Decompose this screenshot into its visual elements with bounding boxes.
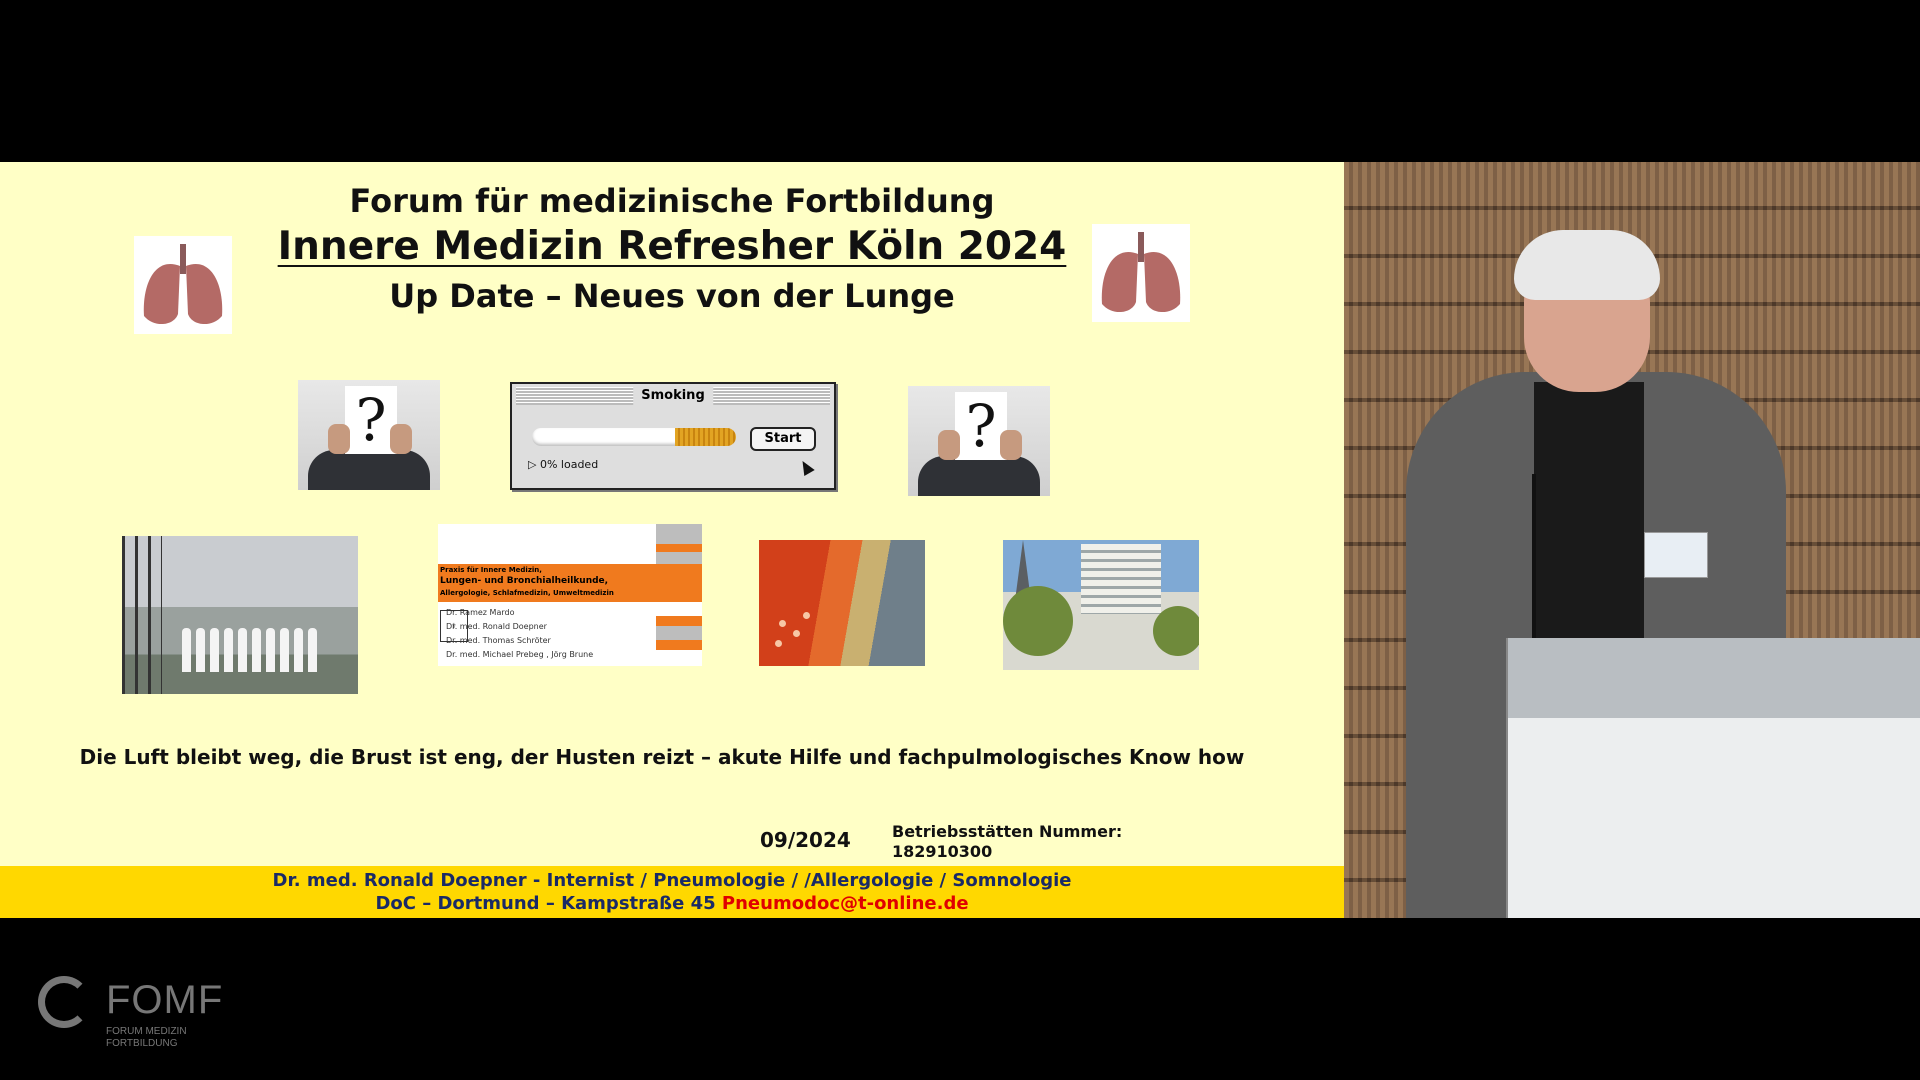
footer-line2: DoC – Dortmund – Kampstraße 45 Pneumodoc… [0, 893, 1344, 914]
fomf-watermark: FOMF FORUM MEDIZIN FORTBILDUNG [38, 976, 222, 1056]
slide-title-main-text: Innere Medizin Refresher Köln 2024 [277, 224, 1067, 269]
question-sign-image-left: ? [298, 380, 440, 490]
doctor-name: Dr. med. Thomas Schröter [446, 636, 551, 645]
speaker-shirt [1534, 382, 1644, 682]
light-spot [803, 612, 810, 619]
start-button[interactable]: Start [750, 427, 816, 451]
bsnr-block: Betriebsstätten Nummer: 182910300 [892, 822, 1122, 862]
hand-shape [1000, 430, 1022, 460]
sign-header-line3: Allergologie, Schlafmedizin, Umweltmediz… [440, 589, 614, 597]
slide-footer: Dr. med. Ronald Doepner - Internist / Pn… [0, 866, 1344, 918]
dialog-title-bar: Smoking [516, 387, 830, 405]
sign-header-line2: Lungen- und Bronchialheilkunde, [440, 576, 609, 586]
sign-stripe [656, 616, 702, 626]
speaker-hair [1514, 230, 1660, 300]
light-spot [779, 620, 786, 627]
sign-stripe [656, 524, 702, 544]
lungs-icon-right [1092, 224, 1190, 322]
sign-stripe [656, 552, 702, 564]
light-spot [793, 630, 800, 637]
slide-subtitle: Die Luft bleibt weg, die Brust ist eng, … [79, 745, 1245, 769]
lungs-icon-left [134, 236, 232, 334]
bsnr-label: Betriebsstätten Nummer: [892, 822, 1123, 841]
doctor-name: Dr. med. Michael Prebeg , Jörg Brune [446, 650, 594, 659]
person-shape [210, 628, 219, 672]
fomf-subtitle: FORUM MEDIZIN FORTBILDUNG [106, 1026, 187, 1050]
suit-shape [918, 456, 1040, 496]
lectern [1506, 638, 1920, 918]
bsnr-value: 182910300 [892, 842, 993, 861]
hand-shape [938, 430, 960, 460]
dialog-title: Smoking [633, 387, 713, 405]
footer-address: DoC – Dortmund – Kampstraße 45 [375, 893, 716, 914]
sign-stripe [656, 544, 702, 552]
footer-line1: Dr. med. Ronald Doepner - Internist / Pn… [272, 870, 1072, 891]
tree-shape [1153, 606, 1199, 656]
slide-title-forum: Forum für medizinische Fortbildung [349, 182, 995, 220]
team-photo [122, 536, 358, 694]
sign-stripe [656, 640, 702, 650]
slide-date: 09/2024 [760, 828, 851, 852]
mouse-cursor-icon [797, 457, 815, 477]
window-frame [122, 536, 162, 694]
loading-status: ▷ 0% loaded [528, 458, 599, 471]
cigarette-progress-bar [532, 428, 736, 446]
fomf-subtitle-line1: FORUM MEDIZIN [106, 1026, 187, 1037]
practice-sign-image: Praxis für Innere Medizin, Lungen- und B… [438, 524, 702, 666]
person-shape [252, 628, 261, 672]
sign-stripe [656, 626, 702, 640]
person-shape [182, 628, 191, 672]
footer-email-link[interactable]: Pneumodoc@t-online.de [722, 893, 969, 914]
person-shape [238, 628, 247, 672]
fomf-brand: FOMF [106, 978, 224, 1022]
fomf-logo-icon [38, 976, 90, 1028]
sign-header-band: Praxis für Innere Medizin, Lungen- und B… [438, 564, 702, 642]
smoking-loading-dialog: Smoking Start ▷ 0% loaded [510, 382, 836, 490]
suit-shape [308, 450, 430, 490]
fomf-subtitle-line2: FORTBILDUNG [106, 1038, 178, 1049]
presentation-slide: Forum für medizinische Fortbildung Inner… [0, 162, 1344, 918]
office-building [1081, 544, 1161, 614]
hand-shape [328, 424, 350, 454]
person-shape [266, 628, 275, 672]
question-sign-image-right: ? [908, 386, 1050, 496]
person-shape [224, 628, 233, 672]
loading-status-text: 0% loaded [539, 458, 599, 471]
person-shape [308, 628, 317, 672]
person-shape [196, 628, 205, 672]
corridor-photo [759, 540, 925, 666]
tree-shape [1003, 586, 1073, 656]
person-shape [294, 628, 303, 672]
name-badge [1644, 532, 1708, 578]
building-photo [1003, 540, 1199, 670]
hand-shape [390, 424, 412, 454]
progress-fill [674, 428, 736, 446]
doctor-name: Dr. Ramez Mardo [446, 608, 515, 617]
sign-header-line1: Praxis für Innere Medizin, [440, 566, 542, 574]
speaker-video [1344, 162, 1920, 918]
light-spot [775, 640, 782, 647]
doctor-name: Dr. med. Ronald Doepner [446, 622, 547, 631]
person-shape [280, 628, 289, 672]
